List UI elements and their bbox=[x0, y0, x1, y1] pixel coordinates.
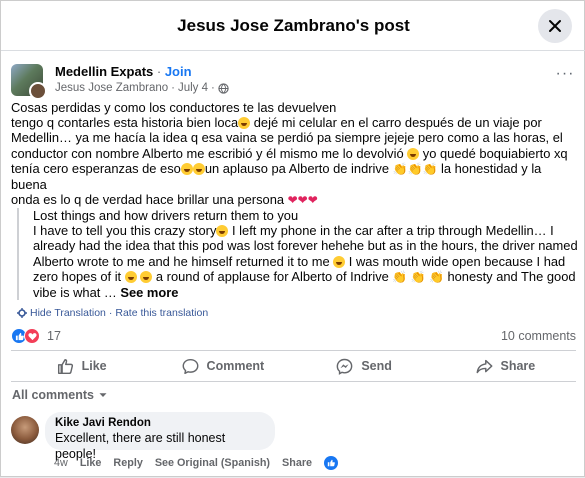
separator-dot: · bbox=[171, 82, 175, 94]
post-text-line: conductor con nombre Alberto me escribió… bbox=[11, 145, 568, 161]
commenter-avatar[interactable] bbox=[11, 416, 39, 444]
dialog-title: Jesus Jose Zambrano's post bbox=[177, 16, 410, 35]
translation-line: vibe is what … See more bbox=[33, 285, 179, 301]
share-icon bbox=[476, 359, 492, 373]
post-text-line: tenía cero esperanzas de eso un aplauso p… bbox=[11, 160, 542, 193]
comment-filter-dropdown[interactable]: All comments bbox=[12, 388, 108, 402]
smile-emoji-icon bbox=[192, 162, 205, 175]
comment-reply-button[interactable]: Reply bbox=[113, 457, 142, 469]
laughing-emoji-icon bbox=[333, 255, 346, 268]
post-scroll-area[interactable]: Medellin Expats · Join Jesus Jose Zambra… bbox=[1, 52, 585, 478]
clap-emoji-icon: 👏👏👏 bbox=[392, 161, 438, 176]
messenger-icon bbox=[336, 358, 353, 375]
clap-emoji-icon: 👏 👏 👏 bbox=[392, 269, 444, 284]
share-button-label: Share bbox=[500, 359, 536, 373]
post-meta: Jesus Jose Zambrano · July 4 · bbox=[55, 82, 229, 94]
comment-button[interactable]: Comment bbox=[152, 351, 293, 381]
heart-emoji-icon: ❤❤❤ bbox=[287, 193, 318, 208]
translation-controls: Hide Translation · Rate this translation bbox=[17, 307, 208, 319]
love-reaction-icon bbox=[24, 328, 40, 344]
post-dialog: Jesus Jose Zambrano's post Medellin Expa… bbox=[0, 0, 585, 477]
separator-dot: · bbox=[156, 64, 165, 79]
comment-button-label: Comment bbox=[206, 359, 265, 373]
see-original-link[interactable]: See Original (Spanish) bbox=[155, 457, 270, 469]
author-name-link[interactable]: Jesus Jose Zambrano bbox=[55, 82, 168, 94]
commenter-name-link[interactable]: Kike Javi Rendon bbox=[55, 416, 265, 430]
separator-dot: · bbox=[211, 82, 215, 94]
grin-emoji-icon bbox=[238, 117, 251, 130]
chevron-down-icon bbox=[99, 393, 107, 397]
group-name-link[interactable]: Medellin Expats bbox=[55, 64, 153, 79]
like-button[interactable]: Like bbox=[11, 351, 152, 381]
comment-bubble: Kike Javi Rendon Excellent, there are st… bbox=[45, 412, 275, 461]
comment-actions: 4w Like Reply See Original (Spanish) Sha… bbox=[54, 456, 339, 470]
comment-filter-label: All comments bbox=[12, 388, 94, 402]
grin-emoji-icon bbox=[124, 270, 137, 283]
join-link[interactable]: Join bbox=[165, 64, 192, 79]
comment-time[interactable]: 4w bbox=[54, 457, 68, 469]
hide-translation-link[interactable]: Hide Translation bbox=[30, 307, 106, 319]
post-text-line: tengo q contarles esta historia bien loc… bbox=[11, 115, 542, 131]
thumbs-up-icon bbox=[57, 358, 73, 374]
group-name-row: Medellin Expats · Join bbox=[55, 64, 192, 79]
like-button-label: Like bbox=[81, 359, 107, 373]
translation-line: zero hopes of it a round of applause for… bbox=[33, 268, 576, 284]
translated-text: Lost things and how drivers return them … bbox=[17, 208, 582, 301]
post-text: Cosas perdidas y como los conductores te… bbox=[11, 100, 576, 208]
rate-translation-link[interactable]: Rate this translation bbox=[115, 307, 208, 319]
send-button-label: Send bbox=[361, 359, 392, 373]
translation-line: I have to tell you this crazy story I le… bbox=[33, 223, 554, 239]
more-options-icon[interactable]: ··· bbox=[553, 66, 577, 88]
post-header: Medellin Expats · Join Jesus Jose Zambra… bbox=[11, 62, 581, 100]
close-button[interactable] bbox=[538, 9, 572, 43]
comment-like-button[interactable]: Like bbox=[80, 457, 102, 469]
comment-count-link[interactable]: 10 comments bbox=[501, 329, 576, 343]
comment-like-reaction-icon[interactable] bbox=[324, 456, 339, 470]
close-icon bbox=[549, 20, 561, 32]
post-text-line: Medellin… ya me hacía la idea q esa vain… bbox=[11, 130, 563, 146]
post-text-line: Cosas perdidas y como los conductores te… bbox=[11, 100, 337, 115]
globe-icon bbox=[218, 82, 229, 94]
share-button[interactable]: Share bbox=[435, 351, 576, 381]
comment-share-button[interactable]: Share bbox=[282, 457, 312, 469]
reaction-icons[interactable] bbox=[11, 328, 40, 344]
laughing-emoji-icon bbox=[407, 147, 420, 160]
see-more-link[interactable]: See more bbox=[120, 285, 178, 300]
post-date-link[interactable]: July 4 bbox=[178, 82, 208, 94]
grin-emoji-icon bbox=[216, 225, 229, 238]
grin-emoji-icon bbox=[180, 162, 193, 175]
author-avatar[interactable] bbox=[29, 82, 47, 100]
comment-icon bbox=[182, 358, 198, 374]
separator-dot: · bbox=[108, 307, 113, 319]
gear-icon bbox=[17, 308, 27, 318]
translation-line: Lost things and how drivers return them … bbox=[33, 208, 299, 223]
reaction-count[interactable]: 17 bbox=[47, 329, 61, 343]
translation-line: already had the idea that this pod was l… bbox=[33, 238, 578, 254]
post-action-bar: Like Comment Send Share bbox=[11, 350, 576, 382]
post-text-line: onda es lo q de verdad hace brillar una … bbox=[11, 192, 318, 208]
dialog-header: Jesus Jose Zambrano's post bbox=[1, 1, 585, 51]
send-button[interactable]: Send bbox=[294, 351, 435, 381]
translation-line: Alberto wrote to me and he himself retur… bbox=[33, 253, 566, 269]
reaction-summary: 17 10 comments bbox=[11, 326, 576, 346]
smile-emoji-icon bbox=[140, 270, 153, 283]
